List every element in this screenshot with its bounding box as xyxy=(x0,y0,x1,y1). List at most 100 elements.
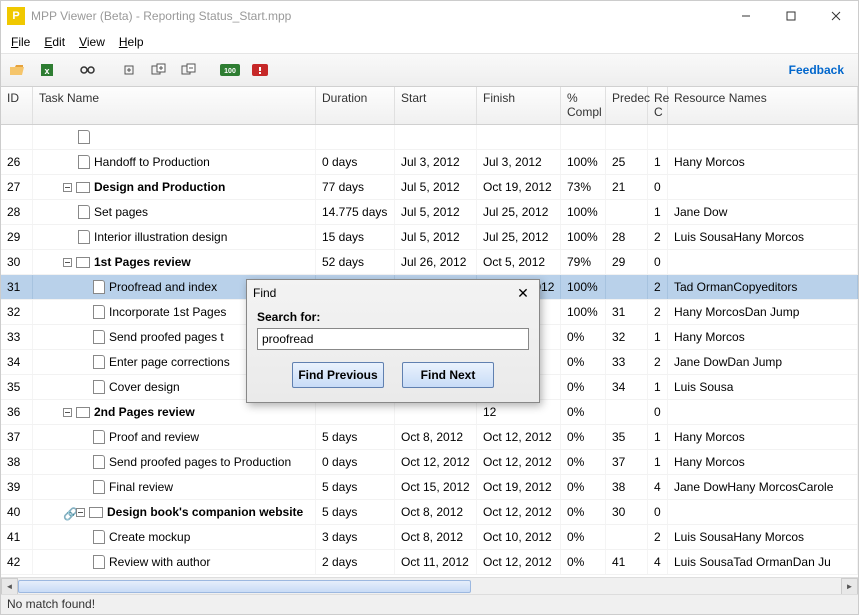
table-row[interactable]: 362nd Pages review120%0 xyxy=(1,400,858,425)
cell-rec: 2 xyxy=(648,275,668,299)
menu-edit[interactable]: Edit xyxy=(38,33,71,51)
col-finish[interactable]: Finish xyxy=(477,87,561,124)
badge-red-icon[interactable] xyxy=(250,60,270,80)
find-icon[interactable] xyxy=(78,60,98,80)
scroll-thumb[interactable] xyxy=(18,580,471,593)
cell-finish: Jul 25, 2012 xyxy=(477,200,561,224)
grid-row-blank[interactable] xyxy=(1,125,858,150)
cell-finish: Oct 12, 2012 xyxy=(477,425,561,449)
cell-finish: Oct 12, 2012 xyxy=(477,550,561,574)
dialog-close-icon[interactable]: ✕ xyxy=(513,283,533,303)
table-row[interactable]: 37Proof and review5 daysOct 8, 2012Oct 1… xyxy=(1,425,858,450)
expander-icon[interactable] xyxy=(63,408,72,417)
open-icon[interactable] xyxy=(7,60,27,80)
table-row[interactable]: 42Review with author2 daysOct 11, 2012Oc… xyxy=(1,550,858,575)
dialog-titlebar[interactable]: Find ✕ xyxy=(247,280,539,306)
col-resource-count[interactable]: Re C xyxy=(648,87,668,124)
cell-pct: 0% xyxy=(561,425,606,449)
maximize-button[interactable] xyxy=(768,2,813,31)
cell-start: Jul 3, 2012 xyxy=(395,150,477,174)
cell-start: Oct 8, 2012 xyxy=(395,425,477,449)
cell-id: 32 xyxy=(1,300,33,324)
badge-100-icon[interactable]: 100 xyxy=(220,60,240,80)
col-predecessors[interactable]: Predec xyxy=(606,87,648,124)
cell-pred: 30 xyxy=(606,500,648,524)
cell-task: Design and Production xyxy=(33,175,316,199)
expand-icon[interactable] xyxy=(119,60,139,80)
cell-res: Hany Morcos xyxy=(668,150,858,174)
document-icon xyxy=(93,330,105,344)
document-icon xyxy=(93,455,105,469)
table-row[interactable]: 29Interior illustration design15 daysJul… xyxy=(1,225,858,250)
title-bar: P MPP Viewer (Beta) - Reporting Status_S… xyxy=(1,1,858,31)
expander-icon[interactable] xyxy=(76,508,85,517)
find-next-button[interactable]: Find Next xyxy=(402,362,494,388)
cell-duration: 5 days xyxy=(316,425,395,449)
cell-task: 🔗Design book's companion website xyxy=(33,500,316,524)
cell-rec: 1 xyxy=(648,150,668,174)
table-row[interactable]: 301st Pages review52 daysJul 26, 2012Oct… xyxy=(1,250,858,275)
menu-help[interactable]: Help xyxy=(113,33,150,51)
task-name-text: Design and Production xyxy=(94,180,225,194)
cell-duration: 14.775 days xyxy=(316,200,395,224)
cell-task: Set pages xyxy=(33,200,316,224)
horizontal-scrollbar[interactable]: ◄ ► xyxy=(1,577,858,594)
table-row[interactable]: 41Create mockup3 daysOct 8, 2012Oct 10, … xyxy=(1,525,858,550)
table-row[interactable]: 40🔗Design book's companion website5 days… xyxy=(1,500,858,525)
cell-finish: Oct 19, 2012 xyxy=(477,475,561,499)
cell-finish: Oct 5, 2012 xyxy=(477,250,561,274)
task-name-text: Set pages xyxy=(94,205,148,219)
cell-task: 1st Pages review xyxy=(33,250,316,274)
cell-start: Jul 5, 2012 xyxy=(395,225,477,249)
table-row[interactable]: 26Handoff to Production0 daysJul 3, 2012… xyxy=(1,150,858,175)
expander-icon[interactable] xyxy=(63,183,72,192)
col-id[interactable]: ID xyxy=(1,87,33,124)
find-previous-button[interactable]: Find Previous xyxy=(292,362,384,388)
menu-file[interactable]: File xyxy=(5,33,36,51)
col-task-name[interactable]: Task Name xyxy=(33,87,316,124)
task-name-text: Enter page corrections xyxy=(109,355,230,369)
export-excel-icon[interactable]: x xyxy=(37,60,57,80)
svg-text:100: 100 xyxy=(224,68,236,75)
col-resource-names[interactable]: Resource Names xyxy=(668,87,858,124)
cell-pct: 0% xyxy=(561,375,606,399)
task-name-text: Handoff to Production xyxy=(94,155,210,169)
cell-task: Handoff to Production xyxy=(33,150,316,174)
table-row[interactable]: 39Final review5 daysOct 15, 2012Oct 19, … xyxy=(1,475,858,500)
cell-id: 34 xyxy=(1,350,33,374)
search-input[interactable] xyxy=(257,328,529,350)
cell-res xyxy=(668,175,858,199)
folder-icon xyxy=(89,507,103,518)
menu-bar: File Edit View Help xyxy=(1,31,858,53)
col-pct-complete[interactable]: % Compl xyxy=(561,87,606,124)
menu-view[interactable]: View xyxy=(73,33,111,51)
document-icon xyxy=(93,430,105,444)
cell-rec: 4 xyxy=(648,475,668,499)
cell-id: 30 xyxy=(1,250,33,274)
search-label: Search for: xyxy=(257,310,529,324)
table-row[interactable]: 28Set pages14.775 daysJul 5, 2012Jul 25,… xyxy=(1,200,858,225)
cell-pct: 100% xyxy=(561,200,606,224)
copy-expand-icon[interactable] xyxy=(149,60,169,80)
close-button[interactable] xyxy=(813,2,858,31)
cell-rec: 2 xyxy=(648,350,668,374)
expander-icon[interactable] xyxy=(63,258,72,267)
dialog-title: Find xyxy=(253,286,276,300)
document-icon xyxy=(78,230,90,244)
collapse-icon[interactable] xyxy=(179,60,199,80)
cell-res: Jane DowHany MorcosCarole xyxy=(668,475,858,499)
cell-task: 2nd Pages review xyxy=(33,400,316,424)
toolbar-separator xyxy=(108,59,109,81)
col-start[interactable]: Start xyxy=(395,87,477,124)
scroll-right-icon[interactable]: ► xyxy=(841,578,858,595)
table-row[interactable]: 27Design and Production77 daysJul 5, 201… xyxy=(1,175,858,200)
app-icon: P xyxy=(7,7,25,25)
scroll-track[interactable] xyxy=(18,578,841,595)
table-row[interactable]: 38Send proofed pages to Production0 days… xyxy=(1,450,858,475)
col-duration[interactable]: Duration xyxy=(316,87,395,124)
minimize-button[interactable] xyxy=(723,2,768,31)
feedback-link[interactable]: Feedback xyxy=(789,63,852,77)
cell-duration: 15 days xyxy=(316,225,395,249)
cell-rec: 1 xyxy=(648,375,668,399)
scroll-left-icon[interactable]: ◄ xyxy=(1,578,18,595)
